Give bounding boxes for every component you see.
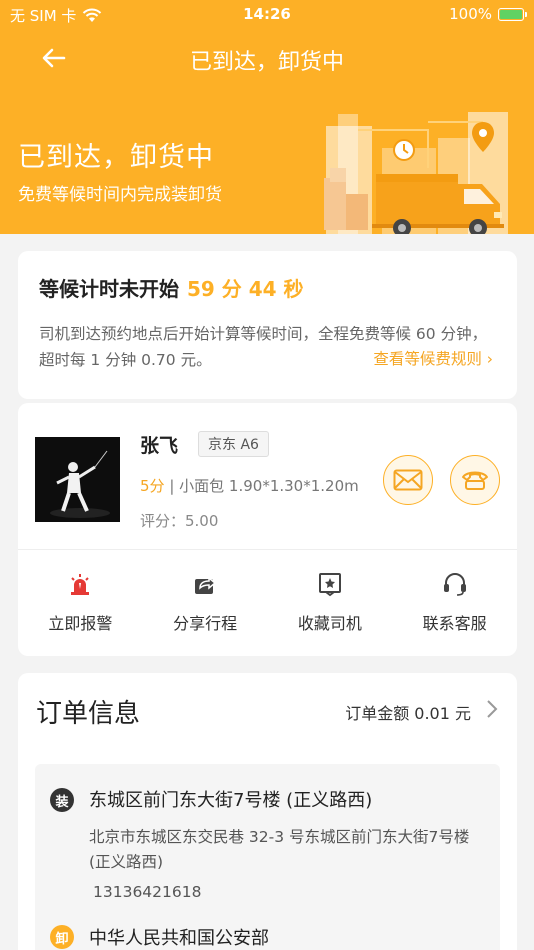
chevron-right-icon[interactable] (485, 698, 499, 720)
load-address-detail: 北京市东城区东交民巷 32-3 号东城区前门东大街7号楼 (正义路西) (89, 828, 470, 871)
address-list: 装 东城区前门东大街7号楼 (正义路西) 北京市东城区东交民巷 32-3 号东城… (35, 764, 500, 950)
customer-service-label: 联系客服 (422, 614, 487, 633)
favorite-icon (318, 573, 341, 597)
status-bar: 无 SIM 卡 14:26 100% (0, 0, 534, 28)
load-address-title: 东城区前门东大街7号楼 (正义路西) (89, 790, 373, 811)
waiting-fee-rules-link[interactable]: 查看等候费规则 › (373, 347, 493, 369)
hero-subtitle: 免费等候时间内完成装卸货 (18, 185, 222, 205)
share-trip-button[interactable]: 分享行程 (143, 571, 268, 641)
favorite-driver-button[interactable]: 收藏司机 (268, 571, 393, 641)
phone-icon (462, 471, 488, 490)
driver-rating: 评分：5.00 (140, 512, 219, 530)
vehicle-info: | 小面包 1.90*1.30*1.20m (169, 477, 359, 495)
card-divider (18, 549, 517, 550)
battery-icon (498, 7, 527, 21)
order-title: 订单信息 (36, 699, 141, 729)
alarm-icon (71, 574, 90, 595)
order-info-card: 订单信息 订单金额 0.01 元 装 东城区前门东大街7号楼 (正义路西) 北京… (18, 673, 517, 950)
driver-action-bar: 立即报警 分享行程 收藏司机 联系客服 (18, 571, 517, 641)
alarm-action-button[interactable]: 立即报警 (18, 571, 143, 641)
waiting-timer-card: 等候计时未开始 59 分 44 秒 司机到达预约地点后开始计算等候时间，全程免费等… (18, 251, 517, 399)
delivery-truck-illustration (324, 112, 508, 234)
favorite-driver-label: 收藏司机 (297, 614, 362, 633)
call-driver-button[interactable] (450, 455, 500, 505)
load-tag-icon: 装 (50, 788, 74, 812)
nav-title: 已到达，卸货中 (189, 50, 344, 75)
nav-bar: 已到达，卸货中 (0, 36, 534, 80)
battery-percent: 100% (449, 5, 492, 23)
message-icon (393, 469, 423, 491)
unload-tag-icon: 卸 (50, 925, 74, 949)
headset-icon (443, 573, 466, 596)
wait-timer-title: 等候计时未开始 59 分 44 秒 (39, 273, 304, 302)
driver-name: 张飞 (140, 435, 179, 457)
message-driver-button[interactable] (383, 455, 433, 505)
share-trip-label: 分享行程 (173, 614, 238, 633)
wait-countdown: 59 分 44 秒 (187, 277, 304, 301)
hero-title: 已到达，卸货中 (18, 142, 214, 173)
driver-card: 张飞 京东 A6 5分 | 小面包 1.90*1.30*1.20m 评分：5.0… (18, 403, 517, 656)
unload-address-title: 中华人民共和国公安部 (89, 928, 269, 949)
alarm-label: 立即报警 (48, 614, 113, 633)
header-banner: 无 SIM 卡 14:26 100% 已到达，卸货中 已到达，卸货中 免费等候时… (0, 0, 534, 234)
license-plate: 京东 A6 (198, 431, 269, 457)
driver-vehicle-line: 5分 | 小面包 1.90*1.30*1.20m (140, 475, 359, 496)
load-contact-phone[interactable]: 13136421618 (93, 883, 201, 901)
wait-status-label: 等候计时未开始 (39, 277, 179, 301)
customer-service-button[interactable]: 联系客服 (392, 571, 517, 641)
driver-score: 5分 (140, 477, 165, 495)
share-icon (195, 576, 217, 594)
order-amount[interactable]: 订单金额 0.01 元 (345, 700, 471, 724)
driver-avatar (35, 437, 120, 522)
